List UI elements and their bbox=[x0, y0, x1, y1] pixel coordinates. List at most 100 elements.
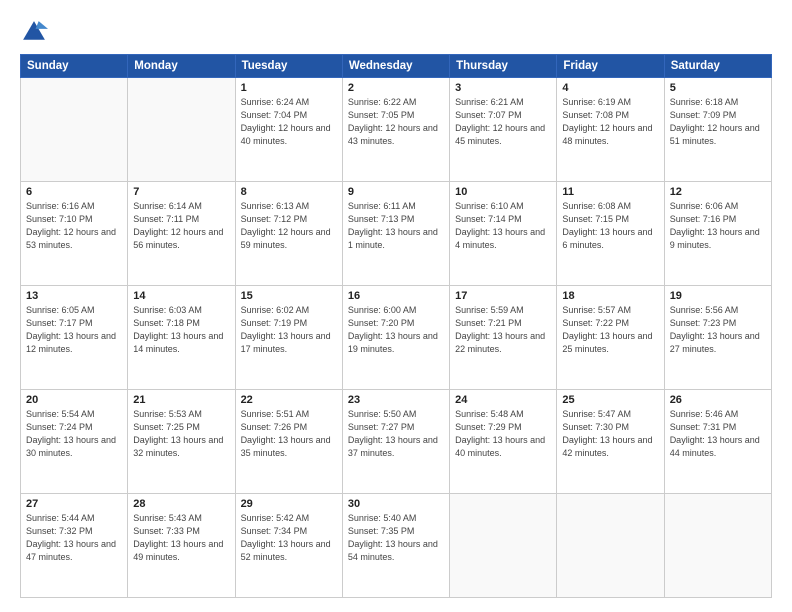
calendar-cell: 29Sunrise: 5:42 AMSunset: 7:34 PMDayligh… bbox=[235, 494, 342, 598]
calendar-week-row: 27 Sunrise: 5:44 AMSunset: 7:32 PMDayligh… bbox=[21, 494, 772, 598]
calendar-cell: 23 Sunrise: 5:50 AMSunset: 7:27 PMDayligh… bbox=[342, 390, 449, 494]
logo-icon bbox=[20, 18, 48, 46]
day-number: 21 bbox=[133, 394, 229, 406]
day-number: 12 bbox=[670, 186, 766, 198]
day-info: Sunrise: 6:03 AMSunset: 7:18 PMDaylight:… bbox=[133, 304, 229, 356]
calendar-cell bbox=[450, 494, 557, 598]
calendar-cell: 2Sunrise: 6:22 AMSunset: 7:05 PMDaylight… bbox=[342, 78, 449, 182]
calendar-cell: 9 Sunrise: 6:11 AMSunset: 7:13 PMDaylight… bbox=[342, 182, 449, 286]
calendar-cell: 1Sunrise: 6:24 AMSunset: 7:04 PMDaylight… bbox=[235, 78, 342, 182]
calendar-cell bbox=[128, 78, 235, 182]
day-info: Sunrise: 6:10 AMSunset: 7:14 PMDaylight:… bbox=[455, 200, 551, 252]
day-info: Sunrise: 5:44 AMSunset: 7:32 PMDaylight:… bbox=[26, 512, 122, 564]
calendar-cell: 16 Sunrise: 6:00 AMSunset: 7:20 PMDayligh… bbox=[342, 286, 449, 390]
day-number: 17 bbox=[455, 290, 551, 302]
calendar-cell: 28 Sunrise: 5:43 AMSunset: 7:33 PMDayligh… bbox=[128, 494, 235, 598]
calendar-cell: 30Sunrise: 5:40 AMSunset: 7:35 PMDayligh… bbox=[342, 494, 449, 598]
day-info: Sunrise: 6:02 AMSunset: 7:19 PMDaylight:… bbox=[241, 304, 337, 356]
day-number: 24 bbox=[455, 394, 551, 406]
calendar-cell: 3 Sunrise: 6:21 AMSunset: 7:07 PMDaylight… bbox=[450, 78, 557, 182]
day-number: 14 bbox=[133, 290, 229, 302]
calendar-cell bbox=[21, 78, 128, 182]
day-number: 8 bbox=[241, 186, 337, 198]
calendar-cell: 18 Sunrise: 5:57 AMSunset: 7:22 PMDayligh… bbox=[557, 286, 664, 390]
calendar-cell: 13 Sunrise: 6:05 AMSunset: 7:17 PMDayligh… bbox=[21, 286, 128, 390]
day-number: 27 bbox=[26, 498, 122, 510]
header bbox=[20, 18, 772, 46]
calendar-week-row: 1Sunrise: 6:24 AMSunset: 7:04 PMDaylight… bbox=[21, 78, 772, 182]
day-number: 7 bbox=[133, 186, 229, 198]
day-number: 16 bbox=[348, 290, 444, 302]
calendar-cell: 8Sunrise: 6:13 AMSunset: 7:12 PMDaylight… bbox=[235, 182, 342, 286]
day-number: 23 bbox=[348, 394, 444, 406]
day-number: 18 bbox=[562, 290, 658, 302]
day-info: Sunrise: 6:11 AMSunset: 7:13 PMDaylight:… bbox=[348, 200, 444, 252]
calendar-header-monday: Monday bbox=[128, 55, 235, 78]
calendar-cell: 20 Sunrise: 5:54 AMSunset: 7:24 PMDayligh… bbox=[21, 390, 128, 494]
day-info: Sunrise: 5:40 AMSunset: 7:35 PMDaylight:… bbox=[348, 512, 444, 564]
day-info: Sunrise: 6:21 AMSunset: 7:07 PMDaylight:… bbox=[455, 96, 551, 148]
calendar-cell: 26Sunrise: 5:46 AMSunset: 7:31 PMDayligh… bbox=[664, 390, 771, 494]
calendar-table: SundayMondayTuesdayWednesdayThursdayFrid… bbox=[20, 54, 772, 598]
calendar-header-thursday: Thursday bbox=[450, 55, 557, 78]
logo bbox=[20, 18, 52, 46]
day-number: 19 bbox=[670, 290, 766, 302]
day-number: 13 bbox=[26, 290, 122, 302]
day-number: 2 bbox=[348, 82, 444, 94]
day-number: 9 bbox=[348, 186, 444, 198]
calendar-cell: 25 Sunrise: 5:47 AMSunset: 7:30 PMDayligh… bbox=[557, 390, 664, 494]
calendar-week-row: 20 Sunrise: 5:54 AMSunset: 7:24 PMDayligh… bbox=[21, 390, 772, 494]
calendar-cell: 14 Sunrise: 6:03 AMSunset: 7:18 PMDayligh… bbox=[128, 286, 235, 390]
day-info: Sunrise: 5:50 AMSunset: 7:27 PMDaylight:… bbox=[348, 408, 444, 460]
day-info: Sunrise: 6:14 AMSunset: 7:11 PMDaylight:… bbox=[133, 200, 229, 252]
day-number: 11 bbox=[562, 186, 658, 198]
day-info: Sunrise: 6:19 AMSunset: 7:08 PMDaylight:… bbox=[562, 96, 658, 148]
calendar-cell: 15 Sunrise: 6:02 AMSunset: 7:19 PMDayligh… bbox=[235, 286, 342, 390]
calendar-cell: 17 Sunrise: 5:59 AMSunset: 7:21 PMDayligh… bbox=[450, 286, 557, 390]
day-info: Sunrise: 5:47 AMSunset: 7:30 PMDaylight:… bbox=[562, 408, 658, 460]
day-info: Sunrise: 5:51 AMSunset: 7:26 PMDaylight:… bbox=[241, 408, 337, 460]
day-number: 20 bbox=[26, 394, 122, 406]
day-info: Sunrise: 6:08 AMSunset: 7:15 PMDaylight:… bbox=[562, 200, 658, 252]
calendar-header-sunday: Sunday bbox=[21, 55, 128, 78]
day-number: 26 bbox=[670, 394, 766, 406]
day-info: Sunrise: 5:43 AMSunset: 7:33 PMDaylight:… bbox=[133, 512, 229, 564]
calendar-cell: 21 Sunrise: 5:53 AMSunset: 7:25 PMDayligh… bbox=[128, 390, 235, 494]
calendar-cell: 4 Sunrise: 6:19 AMSunset: 7:08 PMDaylight… bbox=[557, 78, 664, 182]
calendar-cell bbox=[664, 494, 771, 598]
day-number: 3 bbox=[455, 82, 551, 94]
calendar-cell: 19 Sunrise: 5:56 AMSunset: 7:23 PMDayligh… bbox=[664, 286, 771, 390]
day-info: Sunrise: 6:24 AMSunset: 7:04 PMDaylight:… bbox=[241, 96, 337, 148]
day-info: Sunrise: 6:05 AMSunset: 7:17 PMDaylight:… bbox=[26, 304, 122, 356]
day-info: Sunrise: 5:56 AMSunset: 7:23 PMDaylight:… bbox=[670, 304, 766, 356]
day-number: 4 bbox=[562, 82, 658, 94]
page: SundayMondayTuesdayWednesdayThursdayFrid… bbox=[0, 0, 792, 612]
calendar-header-wednesday: Wednesday bbox=[342, 55, 449, 78]
day-number: 29 bbox=[241, 498, 337, 510]
day-info: Sunrise: 5:53 AMSunset: 7:25 PMDaylight:… bbox=[133, 408, 229, 460]
calendar-cell: 5 Sunrise: 6:18 AMSunset: 7:09 PMDaylight… bbox=[664, 78, 771, 182]
day-info: Sunrise: 6:00 AMSunset: 7:20 PMDaylight:… bbox=[348, 304, 444, 356]
day-number: 6 bbox=[26, 186, 122, 198]
calendar-header-friday: Friday bbox=[557, 55, 664, 78]
day-number: 22 bbox=[241, 394, 337, 406]
calendar-header-tuesday: Tuesday bbox=[235, 55, 342, 78]
day-number: 5 bbox=[670, 82, 766, 94]
day-info: Sunrise: 5:59 AMSunset: 7:21 PMDaylight:… bbox=[455, 304, 551, 356]
day-number: 15 bbox=[241, 290, 337, 302]
calendar-cell: 7 Sunrise: 6:14 AMSunset: 7:11 PMDaylight… bbox=[128, 182, 235, 286]
calendar-header-row: SundayMondayTuesdayWednesdayThursdayFrid… bbox=[21, 55, 772, 78]
calendar-cell: 24Sunrise: 5:48 AMSunset: 7:29 PMDayligh… bbox=[450, 390, 557, 494]
day-number: 28 bbox=[133, 498, 229, 510]
calendar-cell: 12 Sunrise: 6:06 AMSunset: 7:16 PMDayligh… bbox=[664, 182, 771, 286]
day-info: Sunrise: 5:57 AMSunset: 7:22 PMDaylight:… bbox=[562, 304, 658, 356]
calendar-header-saturday: Saturday bbox=[664, 55, 771, 78]
day-number: 25 bbox=[562, 394, 658, 406]
day-info: Sunrise: 6:06 AMSunset: 7:16 PMDaylight:… bbox=[670, 200, 766, 252]
day-info: Sunrise: 5:54 AMSunset: 7:24 PMDaylight:… bbox=[26, 408, 122, 460]
day-info: Sunrise: 6:18 AMSunset: 7:09 PMDaylight:… bbox=[670, 96, 766, 148]
calendar-week-row: 13 Sunrise: 6:05 AMSunset: 7:17 PMDayligh… bbox=[21, 286, 772, 390]
calendar-cell: 22 Sunrise: 5:51 AMSunset: 7:26 PMDayligh… bbox=[235, 390, 342, 494]
day-info: Sunrise: 6:16 AMSunset: 7:10 PMDaylight:… bbox=[26, 200, 122, 252]
calendar-cell: 6 Sunrise: 6:16 AMSunset: 7:10 PMDaylight… bbox=[21, 182, 128, 286]
